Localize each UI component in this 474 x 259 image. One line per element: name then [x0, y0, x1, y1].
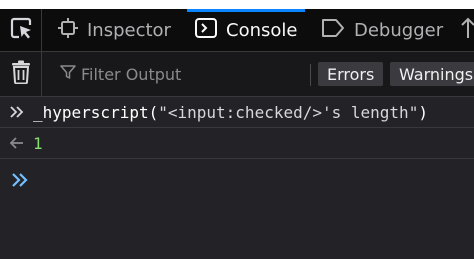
- arrow-up-icon: [460, 17, 474, 44]
- element-picker-icon: [9, 16, 33, 44]
- clear-console-button[interactable]: [0, 52, 42, 96]
- trash-icon: [11, 60, 31, 88]
- console-icon: [195, 17, 217, 43]
- console-output: _hyperscript("<input:checked/>'s length"…: [0, 97, 474, 159]
- errors-filter-label: Errors: [327, 64, 375, 84]
- prompt-chevron-icon: [0, 172, 42, 188]
- tab-console[interactable]: Console: [186, 9, 306, 51]
- inspector-icon: [58, 17, 78, 43]
- console-input-message: _hyperscript("<input:checked/>'s length"…: [0, 97, 474, 128]
- console-toolbar: Errors Warnings: [0, 52, 474, 97]
- input-function-name: _hyperscript: [33, 102, 149, 122]
- input-close-paren: ): [418, 102, 428, 122]
- warnings-filter-button[interactable]: Warnings: [390, 62, 474, 86]
- input-string-argument: "<input:checked/>'s length": [158, 102, 419, 122]
- devtools-panel: Inspector Console Debugger Filter Output…: [0, 9, 474, 259]
- warnings-filter-label: Warnings: [399, 64, 474, 84]
- errors-filter-button[interactable]: Errors: [318, 62, 384, 86]
- input-open-paren: (: [148, 102, 159, 122]
- debugger-icon: [321, 18, 345, 43]
- input-chevron-icon: [0, 105, 33, 119]
- tab-inspector[interactable]: Inspector: [58, 9, 171, 51]
- tab-inspector-label: Inspector: [87, 19, 171, 41]
- toolbar-divider: [310, 64, 311, 86]
- tab-console-label: Console: [226, 19, 298, 41]
- console-input-prompt[interactable]: [0, 163, 42, 197]
- tab-debugger-label: Debugger: [354, 19, 444, 41]
- element-picker-button[interactable]: [0, 9, 42, 51]
- tab-network-partial[interactable]: [460, 9, 474, 51]
- result-arrow-icon: [0, 136, 33, 150]
- console-result-message: 1: [0, 128, 474, 159]
- devtools-tab-bar: Inspector Console Debugger: [0, 9, 474, 52]
- tab-debugger[interactable]: Debugger: [321, 9, 443, 51]
- filter-output[interactable]: [60, 52, 281, 96]
- filter-icon: [60, 64, 76, 84]
- filter-output-input[interactable]: [81, 64, 281, 84]
- result-value: 1: [33, 133, 43, 153]
